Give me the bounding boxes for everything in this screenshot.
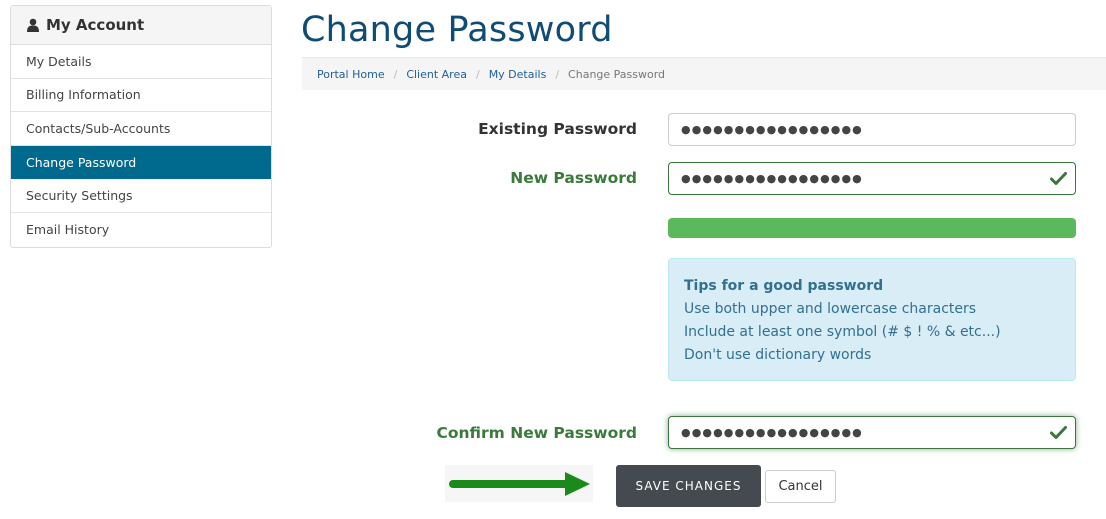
new-password-input[interactable]: ●●●●●●●●●●●●●●●●● bbox=[668, 162, 1076, 195]
password-strength-bar bbox=[668, 218, 1076, 238]
check-icon bbox=[1050, 425, 1067, 440]
sidebar-item-email-history[interactable]: Email History bbox=[11, 213, 271, 247]
breadcrumb-separator: / bbox=[475, 67, 480, 81]
breadcrumb-separator: / bbox=[393, 67, 398, 81]
confirm-password-value: ●●●●●●●●●●●●●●●●● bbox=[681, 426, 863, 439]
confirm-password-input[interactable]: ●●●●●●●●●●●●●●●●● bbox=[668, 416, 1076, 449]
sidebar-header: My Account bbox=[11, 6, 271, 45]
password-strength-fill bbox=[668, 218, 1076, 238]
arrow-right-icon bbox=[445, 465, 593, 502]
sidebar-item-contacts[interactable]: Contacts/Sub-Accounts bbox=[11, 112, 271, 146]
new-password-value: ●●●●●●●●●●●●●●●●● bbox=[681, 172, 863, 185]
password-tips-box: Tips for a good password Use both upper … bbox=[668, 258, 1076, 381]
sidebar-title: My Account bbox=[46, 16, 145, 34]
user-icon bbox=[27, 18, 39, 32]
save-changes-button[interactable]: SAVE CHANGES bbox=[616, 465, 761, 507]
new-password-label: New Password bbox=[510, 169, 637, 187]
sidebar-item-my-details[interactable]: My Details bbox=[11, 45, 271, 79]
confirm-password-label: Confirm New Password bbox=[436, 424, 637, 442]
breadcrumb: Portal Home / Client Area / My Details /… bbox=[302, 57, 1106, 90]
sidebar-item-security-settings[interactable]: Security Settings bbox=[11, 179, 271, 213]
sidebar-item-billing-information[interactable]: Billing Information bbox=[11, 79, 271, 113]
tip-line: Use both upper and lowercase characters bbox=[684, 301, 977, 317]
breadcrumb-client-area[interactable]: Client Area bbox=[406, 68, 467, 81]
existing-password-value: ●●●●●●●●●●●●●●●●● bbox=[681, 123, 863, 136]
existing-password-label: Existing Password bbox=[478, 120, 637, 138]
tips-title: Tips for a good password bbox=[684, 278, 884, 294]
sidebar-item-change-password[interactable]: Change Password bbox=[11, 145, 271, 180]
breadcrumb-current: Change Password bbox=[568, 67, 666, 81]
breadcrumb-separator: / bbox=[555, 67, 560, 81]
cancel-button[interactable]: Cancel bbox=[765, 470, 836, 503]
breadcrumb-portal-home[interactable]: Portal Home bbox=[317, 68, 385, 81]
tip-line: Don't use dictionary words bbox=[684, 347, 872, 363]
account-sidebar: My Account My Details Billing Informatio… bbox=[10, 5, 272, 248]
check-icon bbox=[1050, 171, 1067, 186]
breadcrumb-my-details[interactable]: My Details bbox=[489, 68, 547, 81]
tip-line: Include at least one symbol (# $ ! % & e… bbox=[684, 324, 1001, 340]
existing-password-input[interactable]: ●●●●●●●●●●●●●●●●● bbox=[668, 113, 1076, 146]
page-title: Change Password bbox=[301, 10, 613, 50]
